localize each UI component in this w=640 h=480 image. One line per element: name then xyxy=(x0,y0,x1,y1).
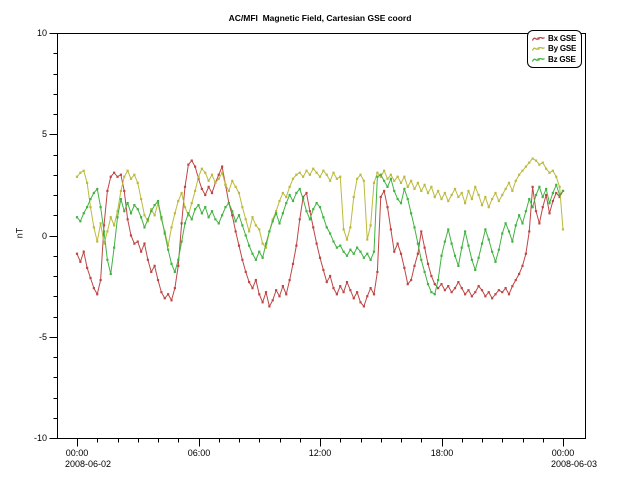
series-bx-gse xyxy=(76,159,564,307)
x-date-label: 2008-06-03 xyxy=(551,459,631,469)
legend-label: Bx GSE xyxy=(548,34,576,43)
axis-ticks xyxy=(50,34,564,447)
legend-label: Bz GSE xyxy=(548,55,576,64)
y-tick-label: -10 xyxy=(0,433,47,443)
legend[interactable]: Bx GSEBy GSE Bz GSE xyxy=(527,30,582,68)
y-tick-label: 10 xyxy=(0,28,47,38)
series-bz-gse xyxy=(76,174,564,296)
legend-item-bx-gse[interactable]: Bx GSE xyxy=(532,33,576,44)
x-tick-label: 00:00 xyxy=(533,448,593,458)
series-swatch-icon xyxy=(532,34,545,43)
x-tick-label: 06:00 xyxy=(169,448,229,458)
y-tick-label: -5 xyxy=(0,332,47,342)
legend-item-by-gse[interactable]: By GSE xyxy=(532,44,576,55)
legend-item-bz-gse[interactable]: Bz GSE xyxy=(532,54,576,65)
magnetic-field-chart[interactable] xyxy=(0,0,640,480)
plot-canvas[interactable]: AC/MFI Magnetic Field, Cartesian GSE coo… xyxy=(0,0,640,480)
y-tick-label: 0 xyxy=(0,231,47,241)
x-tick-label: 18:00 xyxy=(412,448,472,458)
series-by-gse xyxy=(76,157,564,248)
legend-label: By GSE xyxy=(548,44,576,53)
series-swatch-icon xyxy=(532,55,545,64)
series-swatch-icon xyxy=(532,44,545,53)
y-tick-label: 5 xyxy=(0,129,47,139)
plot-frame xyxy=(58,34,586,439)
x-tick-label: 00:00 xyxy=(47,448,107,458)
x-tick-label: 12:00 xyxy=(290,448,350,458)
x-date-label: 2008-06-02 xyxy=(65,459,145,469)
